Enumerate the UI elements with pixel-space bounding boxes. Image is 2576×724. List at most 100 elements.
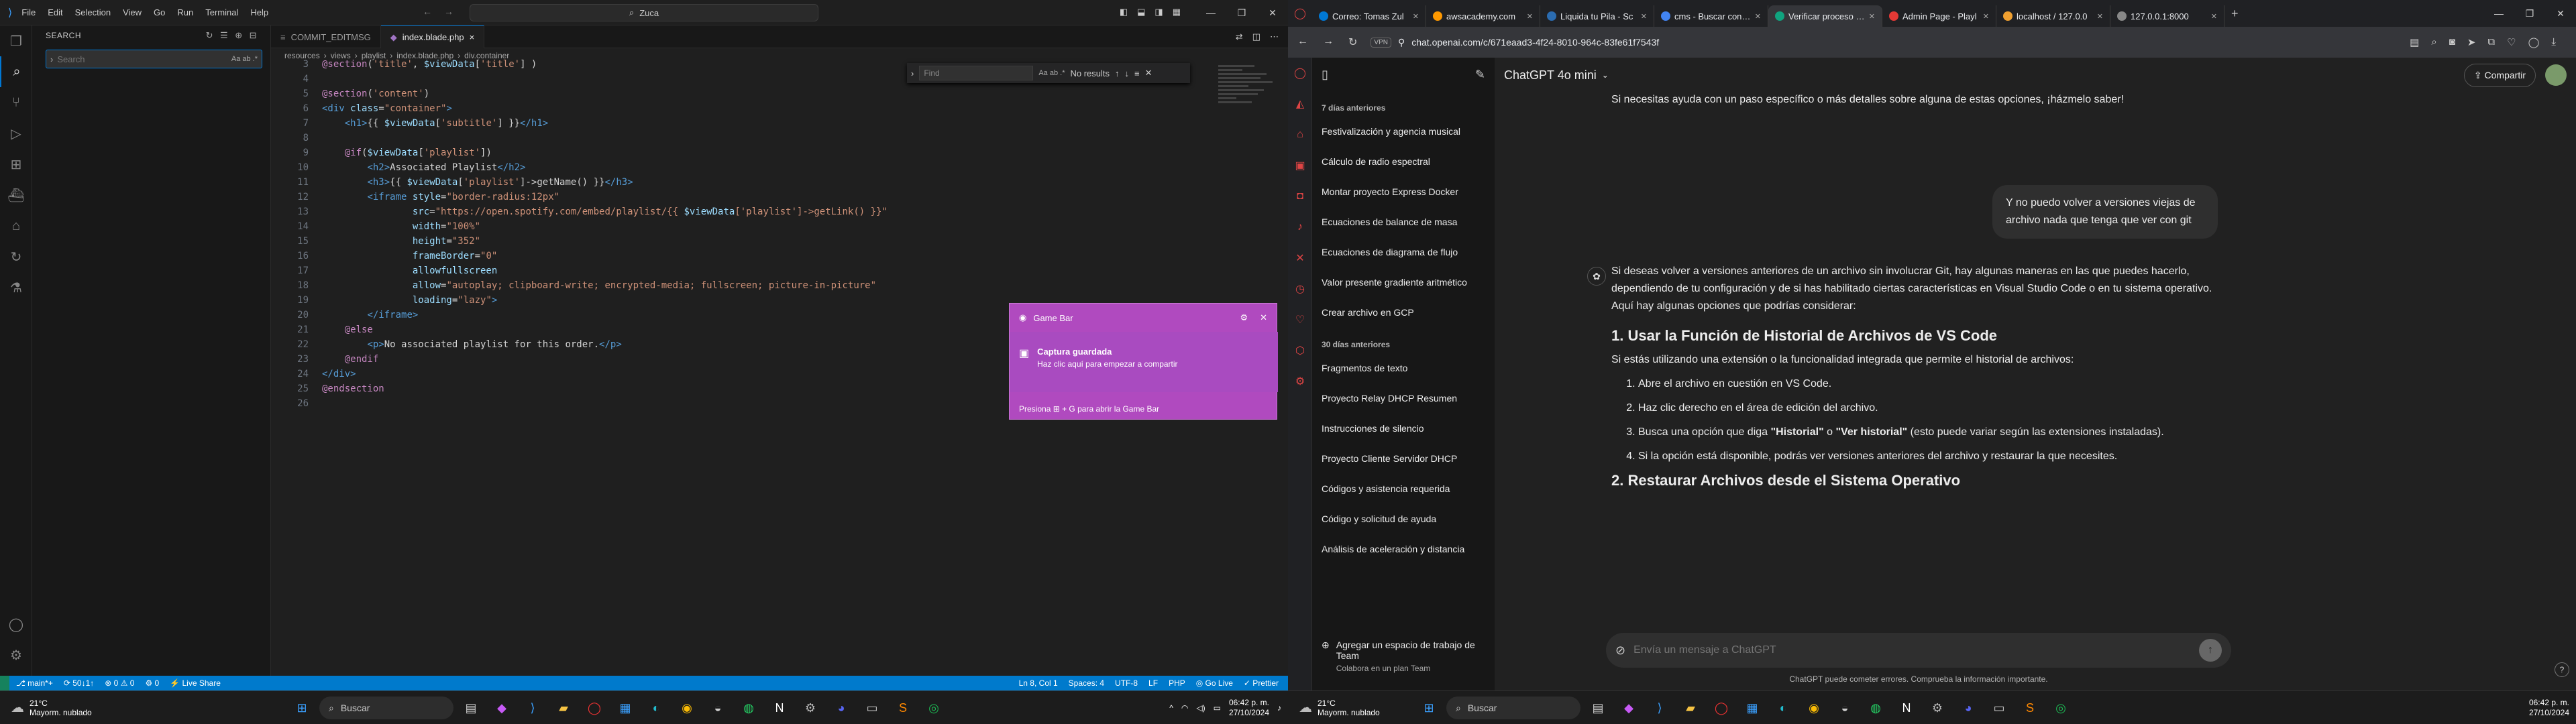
wifi-icon[interactable]: ◠ [1181,703,1188,713]
settings-icon[interactable]: ⚙ [797,695,824,721]
whatsapp-icon[interactable]: ◍ [735,695,762,721]
task-view-icon[interactable]: ▤ [1585,695,1611,721]
find-input[interactable]: Find [919,66,1034,80]
browser-tab[interactable]: awsacademy.com ✕ [1426,5,1540,27]
steam-icon[interactable]: ◒ [1831,695,1858,721]
address-bar[interactable]: VPN ⚲ chat.openai.com/c/671eaad3-4f24-80… [1371,37,1659,48]
settings-gear-icon[interactable]: ⚙ [0,640,32,670]
tab-close-icon[interactable]: ✕ [2211,12,2217,21]
history-item[interactable]: Cálculo de radio espectral [1312,147,1480,177]
menu-item-go[interactable]: Go [154,7,165,17]
new-tab-icon[interactable]: + [2231,7,2239,21]
sublime-icon[interactable]: S [2017,695,2043,721]
history-item[interactable]: Proyecto Relay DHCP Resumen [1312,383,1480,414]
edge-icon[interactable]: ◐ [643,695,669,721]
send-icon[interactable]: ➤ [2467,36,2476,48]
layout-custom-icon[interactable]: ▦ [1173,7,1181,17]
heart-icon[interactable]: ♡ [1288,304,1312,335]
extensions-icon[interactable]: ⊞ [0,149,32,180]
refresh-icon[interactable]: ↻ [206,30,213,41]
status-item[interactable]: LF [1148,678,1158,688]
notion-icon[interactable]: N [766,695,793,721]
music-icon[interactable]: ♪ [1288,212,1312,243]
history-item[interactable]: Códigos y asistencia requerida [1312,474,1480,504]
history-item[interactable]: Festivalización y agencia musical [1312,117,1480,147]
minimap[interactable] [1218,63,1279,150]
tab-close-icon[interactable]: × [470,32,475,42]
browser-tab[interactable]: cms - Buscar con G ✕ [1654,5,1768,27]
history-item[interactable]: Montar proyecto Express Docker [1312,177,1480,207]
tab-close-icon[interactable]: ✕ [2097,12,2103,21]
game-bar-close-icon[interactable]: ✕ [1260,312,1267,323]
search-options-toggles[interactable]: Aa ab .* [231,55,258,63]
layout-panel-icon[interactable]: ⬓ [1137,7,1145,17]
source-control-icon[interactable]: ⑂ [0,87,32,118]
discord-icon[interactable]: ◕ [828,695,855,721]
start-button[interactable]: ⊞ [288,695,315,721]
history-item[interactable]: Crear archivo en GCP [1312,298,1480,328]
status-item[interactable]: ⎇ main*+ [16,678,53,688]
notion-icon[interactable]: N [1893,695,1920,721]
store-icon[interactable]: ▦ [612,695,639,721]
tab-index-blade[interactable]: ◆ index.blade.php × [380,25,485,48]
help-button[interactable]: ? [2555,662,2569,677]
discord-icon[interactable]: ◕ [1955,695,1982,721]
forward-arrow-icon[interactable]: → [444,6,453,17]
status-item[interactable]: ⟳ 50↓1↑ [64,678,94,688]
browser-tab[interactable]: Correo: Tomas Zul ✕ [1312,5,1426,27]
status-item[interactable]: Ln 8, Col 1 [1019,678,1058,688]
close-icon[interactable]: ✕ [2545,8,2576,19]
battery-icon[interactable]: ▭ [1214,703,1221,713]
tray-chevron-icon[interactable]: ^ [1169,703,1173,713]
spotify-icon[interactable]: ◎ [920,695,947,721]
testing-icon[interactable]: ⚗ [0,272,32,303]
remote-explorer-icon[interactable]: ⌂ [0,210,32,241]
history-item[interactable]: Código y solicitud de ayuda [1312,504,1480,534]
run-debug-icon[interactable]: ▷ [0,118,32,149]
tab-close-icon[interactable]: ✕ [1869,12,1875,21]
notifications-icon[interactable]: ♪ [1277,703,1281,713]
settings-icon[interactable]: ⚙ [1924,695,1951,721]
aria-icon[interactable]: ◭ [1288,88,1312,119]
chrome-icon[interactable]: ◉ [674,695,700,721]
weather-widget[interactable]: ☁ 21°C Mayorm. nublado [0,699,92,717]
search-input[interactable] [57,54,227,64]
menu-item-run[interactable]: Run [177,7,193,17]
app-icon[interactable]: ◆ [1615,695,1642,721]
close-find-icon[interactable]: ✕ [1145,68,1152,78]
browser-tab[interactable]: localhost / 127.0.0 ✕ [1996,5,2110,27]
sublime-icon[interactable]: S [890,695,916,721]
status-item[interactable]: ◎ Go Live [1196,678,1233,688]
history-item[interactable]: Análisis de aceleración y distancia [1312,534,1480,564]
find-options[interactable]: Aa ab .* [1038,69,1065,77]
opera-icon[interactable]: ◯ [1708,695,1735,721]
instagram-icon[interactable]: ◘ [1288,181,1312,212]
status-item[interactable]: ✓ Prettier [1244,678,1279,688]
browser-tab[interactable]: Admin Page - Playl ✕ [1882,5,1996,27]
toggle-replace-icon[interactable]: › [911,68,914,78]
docker-icon[interactable]: ⛴ [0,180,32,210]
whatsapp-icon[interactable]: ◍ [1862,695,1889,721]
tab-commit-editmsg[interactable]: ≡ COMMIT_EDITMSG [271,25,381,48]
site-info-icon[interactable]: ⚲ [1398,37,1405,48]
capture-saved-card[interactable]: ▣ Captura guardada Haz clic aquí para em… [1010,332,1278,392]
menu-item-view[interactable]: View [123,7,142,17]
vpn-badge[interactable]: VPN [1371,37,1391,48]
back-arrow-icon[interactable]: ← [423,6,432,17]
user-icon[interactable]: ◯ [2528,36,2540,48]
start-button[interactable]: ⊞ [1415,695,1442,721]
tab-close-icon[interactable]: ✕ [1755,12,1761,21]
toggle-replace-icon[interactable]: › [50,54,53,64]
terminal-icon[interactable]: ▭ [859,695,885,721]
layout-secondary-icon[interactable]: ◨ [1155,7,1163,17]
clear-results-icon[interactable]: ☰ [220,30,228,41]
sidebar-toggle-icon[interactable]: ▤ [2410,36,2419,48]
new-chat-icon[interactable]: ✎ [1475,68,1485,82]
history-item[interactable]: Instrucciones de silencio [1312,414,1480,444]
browser-tab[interactable]: Liquida tu Pila - Sc ✕ [1540,5,1654,27]
opera-menu-icon[interactable]: ◯ [1288,58,1312,88]
maximize-icon[interactable]: ❐ [2514,8,2545,19]
edge-icon[interactable]: ◐ [1770,695,1796,721]
find-in-selection-icon[interactable]: ≡ [1134,68,1140,78]
store-icon[interactable]: ▦ [1739,695,1766,721]
